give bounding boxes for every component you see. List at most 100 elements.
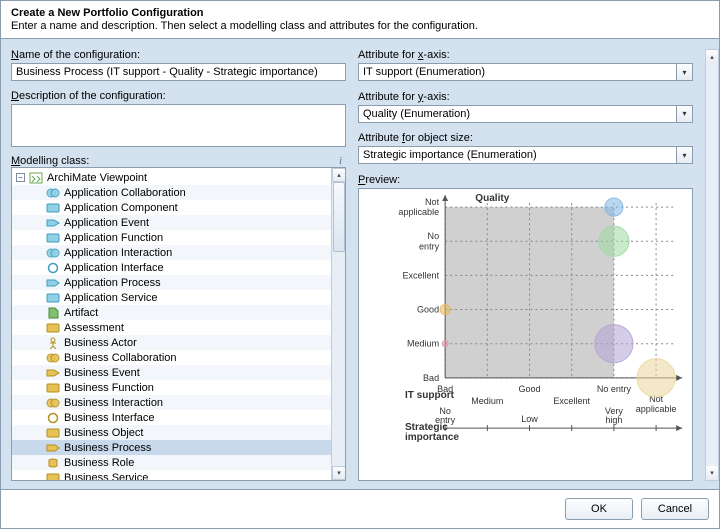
tree-item-label: Application Event — [64, 217, 149, 229]
x-axis-value: IT support (Enumeration) — [358, 63, 677, 81]
tree-item[interactable]: Business Actor — [12, 335, 331, 350]
dialog-window: Create a New Portfolio Configuration Ent… — [0, 0, 720, 529]
application-interface-icon — [46, 262, 60, 274]
tree-item-label: Assessment — [64, 322, 124, 334]
tree-item[interactable]: Application Interaction — [12, 245, 331, 260]
svg-text:Bad: Bad — [423, 373, 439, 383]
size-select[interactable]: Strategic importance (Enumeration) ▾ — [358, 146, 693, 164]
cancel-button[interactable]: Cancel — [641, 498, 709, 520]
tree-item[interactable]: Artifact — [12, 305, 331, 320]
viewpoint-icon — [29, 172, 43, 184]
tree-item-label: Business Service — [64, 472, 148, 480]
tree-item-label: Application Interaction — [64, 247, 172, 259]
body-scrollbar[interactable]: ▴ ▾ — [705, 49, 719, 481]
scroll-thumb[interactable] — [333, 182, 345, 252]
dropdown-icon[interactable]: ▾ — [677, 105, 693, 123]
dialog-footer: OK Cancel — [1, 489, 719, 528]
scroll-down-button[interactable]: ▾ — [332, 466, 346, 480]
collapse-icon[interactable]: − — [16, 173, 25, 182]
svg-text:Excellent: Excellent — [402, 270, 439, 280]
y-axis-value: Quality (Enumeration) — [358, 105, 677, 123]
dropdown-icon[interactable]: ▾ — [677, 146, 693, 164]
svg-text:No: No — [428, 231, 440, 241]
tree-item-label: Application Collaboration — [64, 187, 186, 199]
scroll-down-button[interactable]: ▾ — [706, 466, 718, 480]
tree-item[interactable]: Application Component — [12, 200, 331, 215]
scroll-up-button[interactable]: ▴ — [706, 50, 718, 64]
y-axis-label: Attribute for y-axis: — [358, 91, 693, 103]
tree-item-label: Business Event — [64, 367, 140, 379]
application-process-icon — [46, 277, 60, 289]
tree-item[interactable]: Business Event — [12, 365, 331, 380]
business-actor-icon — [46, 337, 60, 349]
tree-item[interactable]: Application Collaboration — [12, 185, 331, 200]
tree-item-label: Business Process — [64, 442, 151, 454]
business-service-icon — [46, 472, 60, 480]
svg-text:Medium: Medium — [407, 338, 439, 348]
tree-item[interactable]: Business Interface — [12, 410, 331, 425]
scroll-up-button[interactable]: ▴ — [332, 168, 346, 182]
application-function-icon — [46, 232, 60, 244]
size-label: Attribute for object size: — [358, 132, 693, 144]
tree-item[interactable]: Application Process — [12, 275, 331, 290]
business-interaction-icon — [46, 397, 60, 409]
application-collaboration-icon — [46, 187, 60, 199]
svg-text:No entry: No entry — [597, 384, 632, 394]
tree-item[interactable]: Business Process — [12, 440, 331, 455]
right-column: Attribute for x-axis: IT support (Enumer… — [358, 49, 693, 481]
tree-item[interactable]: Application Event — [12, 215, 331, 230]
x-axis-select[interactable]: IT support (Enumeration) ▾ — [358, 63, 693, 81]
modelling-class-label: Modelling class: — [11, 155, 89, 167]
tree-item-label: Application Function — [64, 232, 163, 244]
tree-item[interactable]: Business Interaction — [12, 395, 331, 410]
dialog-header: Create a New Portfolio Configuration Ent… — [1, 1, 719, 39]
description-label: Description of the configuration: — [11, 90, 346, 102]
dialog-title: Create a New Portfolio Configuration — [11, 7, 709, 19]
tree-scrollbar[interactable]: ▴ ▾ — [331, 168, 345, 480]
svg-text:Good: Good — [417, 304, 439, 314]
x-axis-label: Attribute for x-axis: — [358, 49, 693, 61]
svg-text:importance: importance — [405, 432, 459, 443]
tree-item[interactable]: Business Object — [12, 425, 331, 440]
application-service-icon — [46, 292, 60, 304]
business-role-icon — [46, 457, 60, 469]
application-interaction-icon — [46, 247, 60, 259]
tree-item-label: Application Component — [64, 202, 178, 214]
tree-item[interactable]: Application Function — [12, 230, 331, 245]
preview-label: Preview: — [358, 174, 693, 186]
ok-button[interactable]: OK — [565, 498, 633, 520]
chart-svg: QualityNotapplicableNoentryExcellentGood… — [359, 189, 692, 480]
tree-list[interactable]: −ArchiMate Viewpoint Application Collabor… — [12, 168, 331, 480]
application-event-icon — [46, 217, 60, 229]
tree-item[interactable]: Business Function — [12, 380, 331, 395]
business-collaboration-icon — [46, 352, 60, 364]
dialog-subtitle: Enter a name and description. Then selec… — [11, 20, 709, 32]
business-function-icon — [46, 382, 60, 394]
tree-item[interactable]: Application Service — [12, 290, 331, 305]
tree-root[interactable]: −ArchiMate Viewpoint — [12, 170, 331, 185]
y-axis-select[interactable]: Quality (Enumeration) ▾ — [358, 105, 693, 123]
tree-item[interactable]: Application Interface — [12, 260, 331, 275]
tree-item[interactable]: Business Collaboration — [12, 350, 331, 365]
description-textarea[interactable] — [11, 104, 346, 148]
tree-item-label: Business Interaction — [64, 397, 163, 409]
dialog-body: Name of the configuration: Description o… — [1, 39, 719, 489]
tree-item[interactable]: Business Service — [12, 470, 331, 480]
left-column: Name of the configuration: Description o… — [11, 49, 346, 481]
svg-text:entry: entry — [419, 241, 440, 251]
svg-text:Good: Good — [518, 384, 540, 394]
dropdown-icon[interactable]: ▾ — [677, 63, 693, 81]
svg-text:high: high — [605, 415, 622, 425]
tree-item-label: Application Process — [64, 277, 161, 289]
assessment-icon — [46, 322, 60, 334]
tree-item[interactable]: Business Role — [12, 455, 331, 470]
application-component-icon — [46, 202, 60, 214]
tree-item-label: Business Actor — [64, 337, 137, 349]
tree-item[interactable]: Assessment — [12, 320, 331, 335]
svg-text:Not: Not — [425, 197, 440, 207]
name-input[interactable] — [11, 63, 346, 81]
info-icon[interactable]: i — [335, 155, 346, 167]
tree-item-label: Application Service — [64, 292, 158, 304]
svg-text:IT support: IT support — [405, 390, 455, 401]
name-label: Name of the configuration: — [11, 49, 346, 61]
